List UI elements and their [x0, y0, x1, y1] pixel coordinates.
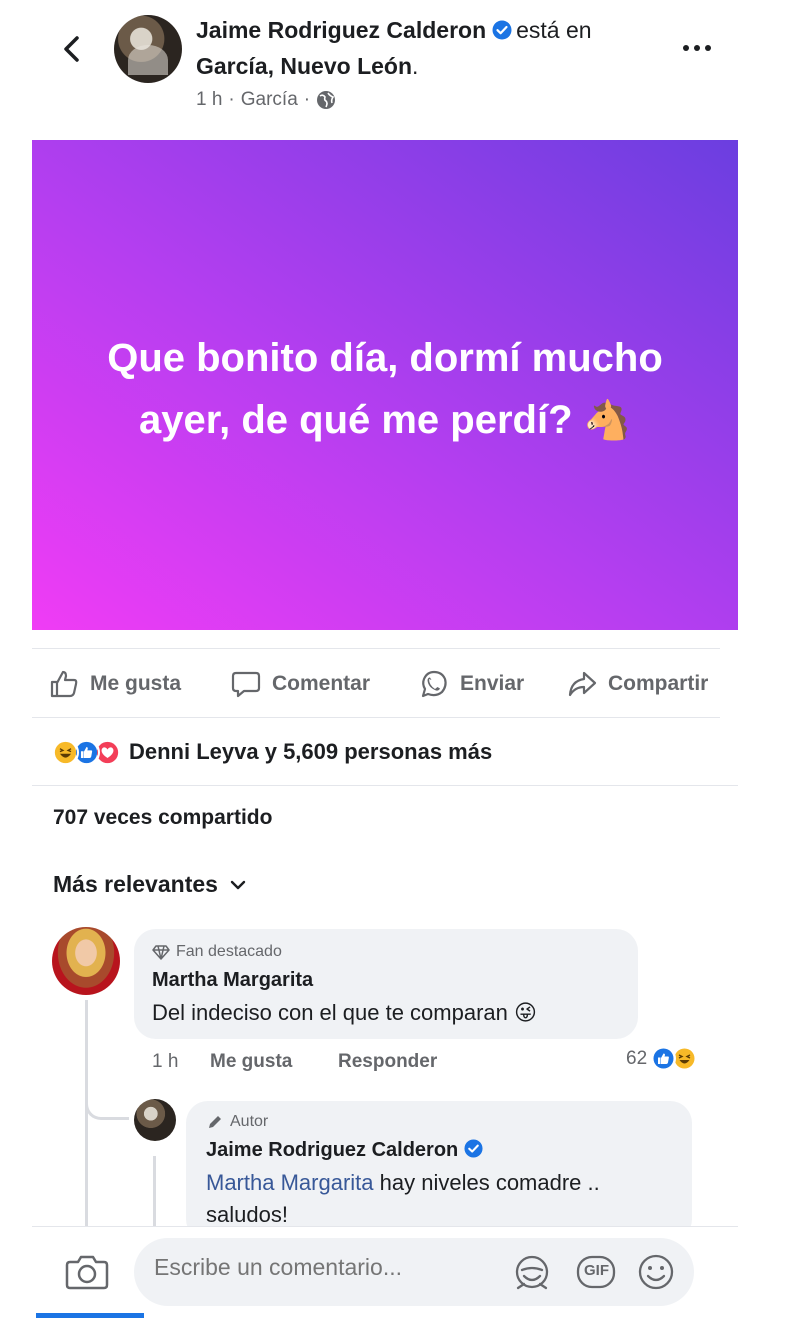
- gif-label: GIF: [584, 1262, 609, 1279]
- back-arrow-icon[interactable]: [58, 34, 88, 64]
- comment-reaction-number: 62: [626, 1047, 648, 1069]
- post-banner[interactable]: Que bonito día, dormí mucho ayer, de qué…: [32, 140, 738, 630]
- reactions-text: Denni Leyva y 5,609 personas más: [129, 739, 493, 764]
- comment-like-label: Me gusta: [210, 1051, 293, 1072]
- comment-button[interactable]: Comentar: [230, 667, 370, 701]
- comment-reaction-count[interactable]: 62: [626, 1046, 698, 1071]
- reply-text-line: Martha Margarita hay niveles comadre ..: [206, 1170, 672, 1196]
- sort-dropdown[interactable]: Más relevantes: [53, 871, 246, 898]
- comment-text: Del indeciso con el que te comparan: [152, 1000, 508, 1025]
- chevron-down-icon: [230, 880, 246, 889]
- like-label: Me gusta: [90, 672, 182, 695]
- post-text-block: Que bonito día, dormí mucho ayer, de qué…: [85, 319, 685, 452]
- horse-emoji: 🐴: [583, 399, 631, 442]
- author-badge: Autor: [206, 1113, 672, 1131]
- location-name[interactable]: García, Nuevo León: [196, 53, 412, 79]
- reply-bubble: Autor Jaime Rodriguez Calderon Martha Ma…: [186, 1101, 692, 1241]
- meta-separator: ·: [228, 89, 235, 110]
- location-dot: .: [412, 53, 419, 79]
- shares-count[interactable]: 707 veces compartido: [53, 806, 272, 830]
- thread-line: [85, 1000, 88, 1230]
- commenter-name[interactable]: Martha Margarita: [152, 969, 620, 992]
- share-arrow-icon: [568, 671, 597, 697]
- globe-icon: [317, 91, 336, 109]
- more-options-icon[interactable]: [680, 38, 714, 58]
- author-name[interactable]: Jaime Rodriguez Calderon: [196, 17, 486, 43]
- meta-separator: ·: [303, 89, 311, 110]
- avatar-sticker-icon[interactable]: [510, 1250, 554, 1294]
- comment-time: 1 h: [152, 1048, 178, 1076]
- comment-icon: [231, 671, 261, 698]
- diamond-icon: [152, 945, 170, 960]
- post-text: Que bonito día, dormí mucho ayer, de qué…: [107, 335, 663, 442]
- reply-thread-line: [153, 1156, 156, 1236]
- gif-button[interactable]: GIF: [574, 1250, 618, 1294]
- post-header: Jaime Rodriguez Calderon está en García, …: [0, 0, 800, 130]
- author-badge-label: Autor: [230, 1113, 269, 1130]
- fan-badge: Fan destacado: [152, 943, 620, 961]
- pencil-icon: [208, 1116, 221, 1129]
- is-at-text: está en: [516, 17, 592, 43]
- comment-time-text[interactable]: 1 h: [152, 1051, 178, 1073]
- fan-badge-label: Fan destacado: [176, 943, 282, 960]
- camera-icon[interactable]: [64, 1250, 110, 1294]
- commenter-avatar[interactable]: [52, 927, 120, 995]
- send-label: Enviar: [460, 672, 525, 695]
- comment-input[interactable]: [154, 1254, 484, 1281]
- sort-label: Más relevantes: [53, 871, 218, 897]
- winking-tongue-emoji: 😜: [514, 1000, 537, 1025]
- whatsapp-icon: [421, 670, 447, 698]
- smiley-icon[interactable]: [634, 1250, 678, 1294]
- share-button[interactable]: Compartir: [566, 667, 708, 701]
- reply-text-line-2: saludos!: [206, 1202, 672, 1228]
- verified-badge-icon: [492, 20, 512, 40]
- reply-author-line: Jaime Rodriguez Calderon: [206, 1139, 672, 1162]
- active-tab-indicator: [36, 1313, 144, 1318]
- post-time[interactable]: 1 h: [196, 89, 222, 111]
- comment-text-line: Del indeciso con el que te comparan 😜: [152, 1000, 620, 1026]
- comment-reply-label: Responder: [338, 1051, 438, 1072]
- location-line: García, Nuevo León.: [196, 53, 418, 80]
- reply-author-name[interactable]: Jaime Rodriguez Calderon: [206, 1139, 458, 1161]
- thread-connector: [85, 1080, 129, 1120]
- comment-like-button[interactable]: Me gusta: [210, 1048, 292, 1076]
- comment-label: Comentar: [272, 672, 371, 695]
- send-button[interactable]: Enviar: [418, 667, 524, 701]
- share-label: Compartir: [608, 672, 709, 695]
- reply-text-2: saludos!: [206, 1202, 288, 1227]
- like-reaction-icon: [651, 1046, 677, 1071]
- author-line: Jaime Rodriguez Calderon está en: [196, 17, 592, 44]
- post-place: García: [240, 89, 298, 110]
- post-meta: 1 h · García ·: [196, 89, 336, 111]
- author-avatar[interactable]: [114, 15, 182, 83]
- thumbs-up-icon: [50, 670, 78, 698]
- verified-badge-icon: [464, 1139, 483, 1158]
- divider: [32, 785, 738, 786]
- reply-text: hay niveles comadre ..: [379, 1170, 600, 1195]
- action-bar: Me gusta Comentar Enviar Compartir: [32, 648, 720, 718]
- mention-link[interactable]: Martha Margarita: [206, 1170, 374, 1195]
- comment-reply-button[interactable]: Responder: [338, 1048, 437, 1076]
- like-button[interactable]: Me gusta: [48, 667, 181, 701]
- haha-reaction-icon: [52, 738, 79, 766]
- reactions-summary[interactable]: Denni Leyva y 5,609 personas más: [52, 734, 492, 770]
- comment-bubble: Fan destacado Martha Margarita Del indec…: [134, 929, 638, 1039]
- reply-author-avatar[interactable]: [134, 1099, 176, 1141]
